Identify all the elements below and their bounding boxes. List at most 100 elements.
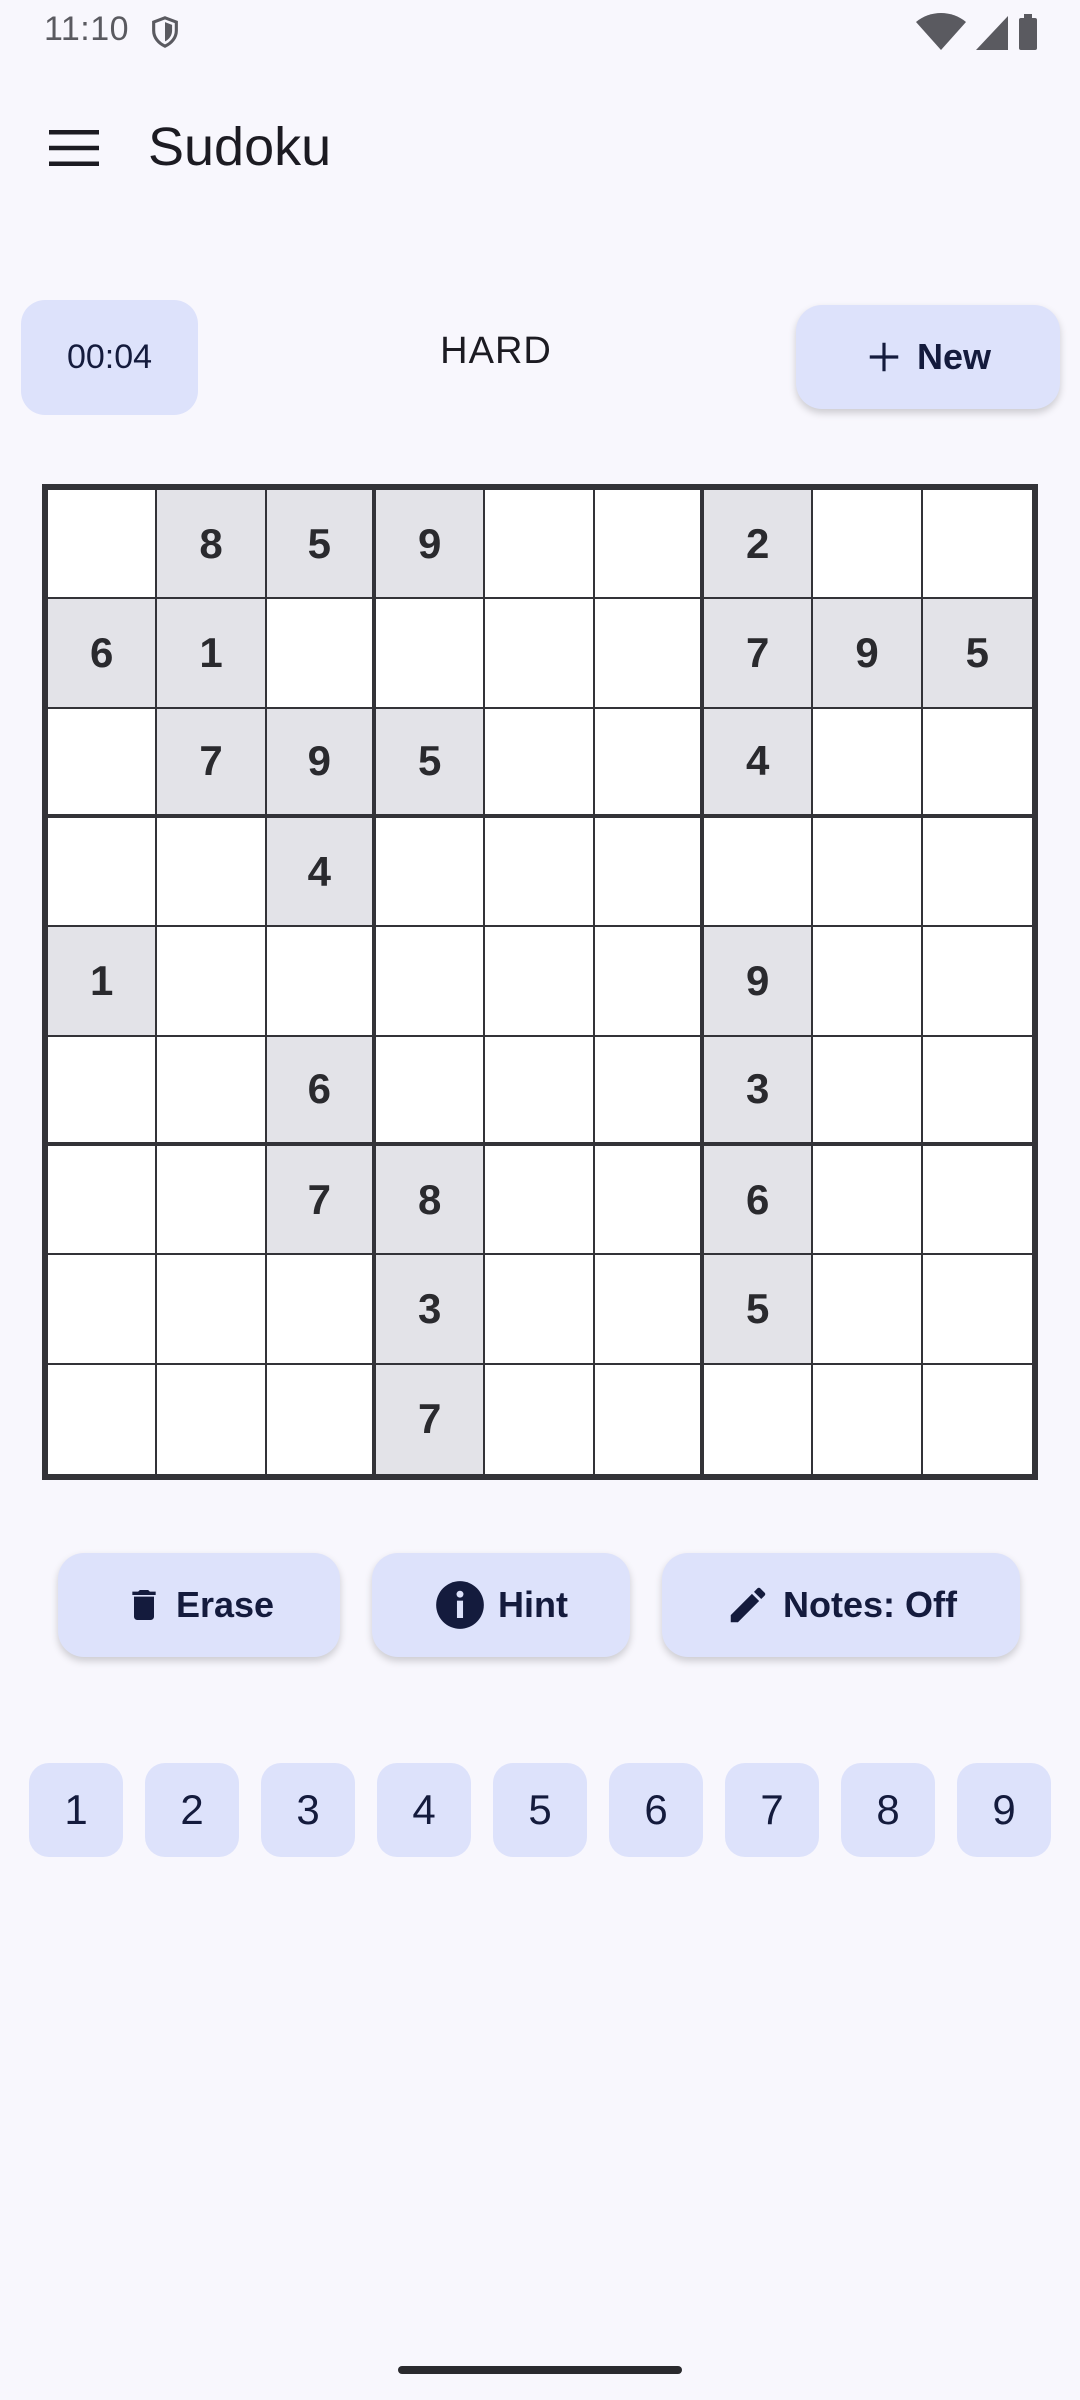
board-cell-r6-c8[interactable] bbox=[813, 1036, 923, 1146]
board-cell-r2-c1[interactable]: 6 bbox=[48, 599, 158, 709]
board-cell-r5-c9[interactable] bbox=[922, 927, 1032, 1037]
board-cell-r3-c2[interactable]: 7 bbox=[157, 708, 267, 818]
board-cell-r3-c7[interactable]: 4 bbox=[704, 708, 814, 818]
board-cell-r4-c9[interactable] bbox=[922, 818, 1032, 928]
board-cell-r2-c4[interactable] bbox=[376, 599, 486, 709]
board-cell-r9-c7[interactable] bbox=[704, 1364, 814, 1474]
page-title: Sudoku bbox=[148, 117, 332, 177]
board-cell-r4-c2[interactable] bbox=[157, 818, 267, 928]
number-key-5[interactable]: 5 bbox=[493, 1763, 587, 1857]
board-cell-r7-c5[interactable] bbox=[485, 1146, 595, 1256]
board-cell-r7-c6[interactable] bbox=[594, 1146, 704, 1256]
menu-button[interactable] bbox=[38, 112, 110, 184]
board-cell-r2-c2[interactable]: 1 bbox=[157, 599, 267, 709]
board-cell-r3-c9[interactable] bbox=[922, 709, 1032, 818]
number-key-4[interactable]: 4 bbox=[377, 1763, 471, 1857]
board-cell-r8-c6[interactable] bbox=[594, 1255, 704, 1365]
board-cell-r4-c4[interactable] bbox=[376, 818, 486, 928]
hint-button[interactable]: Hint bbox=[372, 1553, 630, 1657]
board-cell-r9-c5[interactable] bbox=[485, 1364, 595, 1474]
board-cell-r5-c8[interactable] bbox=[813, 927, 923, 1037]
board-cell-r8-c1[interactable] bbox=[48, 1255, 158, 1365]
board-cell-r3-c4[interactable]: 5 bbox=[376, 708, 486, 818]
board-cell-r5-c4[interactable] bbox=[376, 927, 486, 1037]
notes-toggle-button[interactable]: Notes: Off bbox=[662, 1553, 1020, 1657]
number-key-3[interactable]: 3 bbox=[261, 1763, 355, 1857]
board-cell-r8-c3[interactable] bbox=[266, 1255, 376, 1365]
board-cell-r9-c2[interactable] bbox=[157, 1364, 267, 1474]
board-cell-r6-c2[interactable] bbox=[157, 1036, 267, 1146]
board-cell-r2-c5[interactable] bbox=[485, 599, 595, 709]
board-cell-r6-c9[interactable] bbox=[922, 1037, 1032, 1146]
board-cell-r5-c7[interactable]: 9 bbox=[704, 927, 814, 1037]
board-cell-r7-c4[interactable]: 8 bbox=[376, 1146, 486, 1256]
board-cell-r1-c2[interactable]: 8 bbox=[157, 490, 267, 600]
sudoku-board: 859261795795441963786357 bbox=[42, 484, 1038, 1480]
board-cell-r4-c1[interactable] bbox=[48, 818, 158, 928]
board-cell-r6-c5[interactable] bbox=[485, 1036, 595, 1146]
board-cell-r2-c6[interactable] bbox=[594, 599, 704, 709]
board-cell-r3-c1[interactable] bbox=[48, 708, 158, 818]
board-cell-r1-c6[interactable] bbox=[594, 490, 704, 600]
board-cell-r2-c3[interactable] bbox=[266, 599, 376, 709]
board-cell-r8-c5[interactable] bbox=[485, 1255, 595, 1365]
number-key-7[interactable]: 7 bbox=[725, 1763, 819, 1857]
board-cell-r1-c8[interactable] bbox=[813, 490, 923, 600]
board-cell-r4-c3[interactable]: 4 bbox=[266, 818, 376, 928]
board-cell-r4-c8[interactable] bbox=[813, 818, 923, 928]
home-indicator[interactable] bbox=[398, 2366, 682, 2374]
board-cell-r4-c7[interactable] bbox=[704, 818, 814, 928]
board-cell-r2-c7[interactable]: 7 bbox=[704, 599, 814, 709]
board-cell-r4-c6[interactable] bbox=[594, 818, 704, 928]
board-cell-r8-c8[interactable] bbox=[813, 1255, 923, 1365]
new-game-button[interactable]: New bbox=[796, 305, 1060, 409]
board-cell-r9-c4[interactable]: 7 bbox=[376, 1364, 486, 1474]
board-cell-r3-c5[interactable] bbox=[485, 708, 595, 818]
board-cell-r1-c5[interactable] bbox=[485, 490, 595, 600]
number-key-6[interactable]: 6 bbox=[609, 1763, 703, 1857]
board-cell-r7-c9[interactable] bbox=[922, 1146, 1032, 1256]
board-cell-r6-c3[interactable]: 6 bbox=[266, 1036, 376, 1146]
board-cell-r8-c9[interactable] bbox=[922, 1255, 1032, 1365]
board-cell-r7-c7[interactable]: 6 bbox=[704, 1146, 814, 1256]
board-cell-r8-c4[interactable]: 3 bbox=[376, 1255, 486, 1365]
board-cell-r6-c4[interactable] bbox=[376, 1036, 486, 1146]
board-cell-r7-c8[interactable] bbox=[813, 1146, 923, 1256]
board-cell-r9-c3[interactable] bbox=[267, 1364, 376, 1474]
board-cell-r1-c4[interactable]: 9 bbox=[376, 490, 486, 600]
board-cell-r6-c1[interactable] bbox=[48, 1036, 158, 1146]
board-cell-r5-c5[interactable] bbox=[485, 927, 595, 1037]
board-cell-r5-c3[interactable] bbox=[266, 927, 376, 1037]
number-key-2[interactable]: 2 bbox=[145, 1763, 239, 1857]
board-cell-r9-c6[interactable] bbox=[595, 1364, 704, 1474]
board-cell-r4-c5[interactable] bbox=[485, 818, 595, 928]
board-cell-r1-c1[interactable] bbox=[48, 490, 158, 600]
board-cell-r2-c8[interactable]: 9 bbox=[813, 599, 923, 709]
board-cell-r6-c7[interactable]: 3 bbox=[704, 1036, 814, 1146]
board-cell-r9-c9[interactable] bbox=[923, 1365, 1032, 1474]
board-cell-r7-c1[interactable] bbox=[48, 1146, 158, 1256]
info-icon bbox=[436, 1581, 484, 1629]
number-key-8[interactable]: 8 bbox=[841, 1763, 935, 1857]
erase-button[interactable]: Erase bbox=[58, 1553, 340, 1657]
board-cell-r2-c9[interactable]: 5 bbox=[922, 599, 1032, 709]
board-cell-r3-c8[interactable] bbox=[813, 708, 923, 818]
board-cell-r3-c3[interactable]: 9 bbox=[266, 708, 376, 818]
board-cell-r5-c6[interactable] bbox=[594, 927, 704, 1037]
board-cell-r1-c7[interactable]: 2 bbox=[704, 490, 814, 600]
number-key-9[interactable]: 9 bbox=[957, 1763, 1051, 1857]
board-cell-r9-c8[interactable] bbox=[813, 1364, 923, 1474]
board-cell-r8-c2[interactable] bbox=[157, 1255, 267, 1365]
plus-icon bbox=[869, 342, 899, 372]
board-cell-r1-c3[interactable]: 5 bbox=[266, 490, 376, 600]
number-key-1[interactable]: 1 bbox=[29, 1763, 123, 1857]
board-cell-r9-c1[interactable] bbox=[48, 1364, 158, 1474]
board-cell-r6-c6[interactable] bbox=[594, 1036, 704, 1146]
board-cell-r7-c2[interactable] bbox=[157, 1146, 267, 1256]
board-cell-r5-c1[interactable]: 1 bbox=[48, 927, 158, 1037]
board-cell-r8-c7[interactable]: 5 bbox=[704, 1255, 814, 1365]
board-cell-r1-c9[interactable] bbox=[922, 490, 1032, 600]
board-cell-r5-c2[interactable] bbox=[157, 927, 267, 1037]
board-cell-r7-c3[interactable]: 7 bbox=[266, 1146, 376, 1256]
board-cell-r3-c6[interactable] bbox=[594, 708, 704, 818]
